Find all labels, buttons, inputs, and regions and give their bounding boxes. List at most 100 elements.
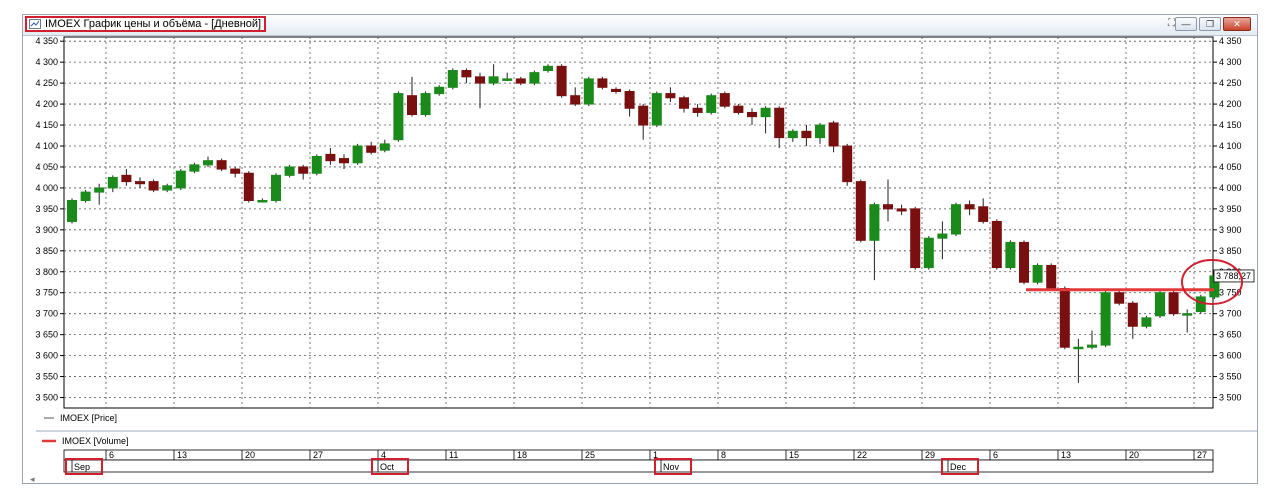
y-tick-label-right: 3 650 <box>1219 330 1242 340</box>
candle-body <box>94 187 105 193</box>
month-label: Sep <box>74 462 90 472</box>
y-tick-label-right: 3 550 <box>1219 372 1242 382</box>
candle-body <box>148 181 159 191</box>
candle-body <box>407 95 417 116</box>
candle-body <box>815 124 825 139</box>
y-tick-label-left: 4 350 <box>35 36 58 46</box>
candle-body <box>325 153 336 162</box>
candle-body <box>216 160 227 170</box>
candle-body <box>719 93 730 107</box>
day-label: 13 <box>1061 450 1071 460</box>
candle-body <box>175 170 186 189</box>
candle-body <box>1059 288 1070 348</box>
y-tick-label-left: 3 850 <box>35 246 58 256</box>
y-tick-label-left: 3 700 <box>35 309 58 319</box>
candle-body <box>1155 292 1165 317</box>
day-label: 6 <box>109 450 114 460</box>
day-label: 13 <box>177 450 187 460</box>
y-tick-label-left: 3 950 <box>35 204 58 214</box>
candle-body <box>801 130 812 139</box>
candle-body <box>284 166 295 176</box>
candle-body <box>189 164 200 172</box>
candle-body <box>597 78 608 88</box>
y-tick-label-right: 4 050 <box>1219 162 1242 172</box>
candle-body <box>964 204 975 210</box>
month-label: Nov <box>663 462 680 472</box>
y-tick-label-right: 3 900 <box>1219 225 1242 235</box>
day-label: 22 <box>857 450 867 460</box>
y-tick-label-right: 4 200 <box>1219 99 1242 109</box>
plot-area <box>63 36 1214 409</box>
candle-body <box>611 88 621 92</box>
candle-body <box>80 191 91 201</box>
candle-body <box>135 181 145 185</box>
candle-body <box>1114 292 1125 304</box>
y-tick-label-left: 4 100 <box>35 141 58 151</box>
y-tick-label-right: 3 700 <box>1219 309 1242 319</box>
y-tick-label-left: 4 000 <box>35 183 58 193</box>
candle-body <box>910 208 921 269</box>
candle-body <box>298 166 309 174</box>
candle-body <box>1141 317 1152 327</box>
y-tick-label-right: 4 150 <box>1219 120 1242 130</box>
day-label: 27 <box>313 450 323 460</box>
y-tick-label-left: 4 050 <box>35 162 58 172</box>
candle-body <box>352 145 363 164</box>
candle-body <box>203 160 213 166</box>
candle-body <box>692 107 703 113</box>
month-label: Oct <box>380 462 395 472</box>
month-axis-strip <box>63 459 1214 473</box>
candle-body <box>461 70 472 78</box>
candle-body <box>896 208 907 212</box>
candle-body <box>121 174 132 183</box>
candle-body <box>883 204 893 210</box>
candle-body <box>842 145 853 183</box>
scroll-left-icon: ◂ <box>30 474 35 484</box>
candle-body <box>488 76 499 84</box>
y-tick-label-left: 4 300 <box>35 57 58 67</box>
candle-body <box>475 76 485 84</box>
y-tick-label-right: 3 600 <box>1219 351 1242 361</box>
candle-body <box>951 204 961 235</box>
candle-body <box>366 145 377 153</box>
day-label: 8 <box>721 450 726 460</box>
candle-body <box>311 155 322 174</box>
price-chart: 3 500 3 500 3 550 3 550 3 600 3 600 3 650 3 650… <box>30 36 1258 484</box>
day-label: 20 <box>245 450 255 460</box>
candle-body <box>774 107 785 139</box>
day-label: 20 <box>1129 450 1139 460</box>
y-tick-label-right: 4 300 <box>1219 57 1242 67</box>
y-tick-label-right: 3 850 <box>1219 246 1242 256</box>
candle-body <box>1073 346 1084 350</box>
day-label: 18 <box>517 450 527 460</box>
candle-body <box>1087 344 1097 348</box>
day-label: 15 <box>789 450 799 460</box>
candle-body <box>1168 292 1179 315</box>
candle-body <box>828 122 839 147</box>
y-tick-label-left: 3 650 <box>35 330 58 340</box>
candle-body <box>760 107 771 118</box>
y-tick-label-right: 3 950 <box>1219 204 1242 214</box>
candle-body <box>991 220 1002 269</box>
candle-body <box>787 130 798 139</box>
candle-body <box>529 72 540 84</box>
y-tick-label-left: 3 900 <box>35 225 58 235</box>
y-tick-label-right: 4 250 <box>1219 78 1242 88</box>
candle-body <box>747 111 757 118</box>
price-legend-label: IMOEX [Price] <box>60 413 117 423</box>
candle-body <box>515 78 526 84</box>
grid <box>63 36 1214 409</box>
candle-body <box>1100 292 1111 346</box>
candle-body <box>583 78 594 105</box>
y-tick-label-left: 3 550 <box>35 372 58 382</box>
candle-body <box>243 172 254 201</box>
y-tick-label-left: 3 750 <box>35 288 58 298</box>
day-label: 6 <box>993 450 998 460</box>
candle-body <box>855 181 866 241</box>
candle-body <box>1195 296 1206 313</box>
candle-body <box>447 70 458 88</box>
candle-body <box>257 199 268 203</box>
y-tick-label-left: 3 500 <box>35 393 58 403</box>
last-price-label: 3 788,27 <box>1216 271 1251 281</box>
candle-body <box>1032 264 1043 283</box>
